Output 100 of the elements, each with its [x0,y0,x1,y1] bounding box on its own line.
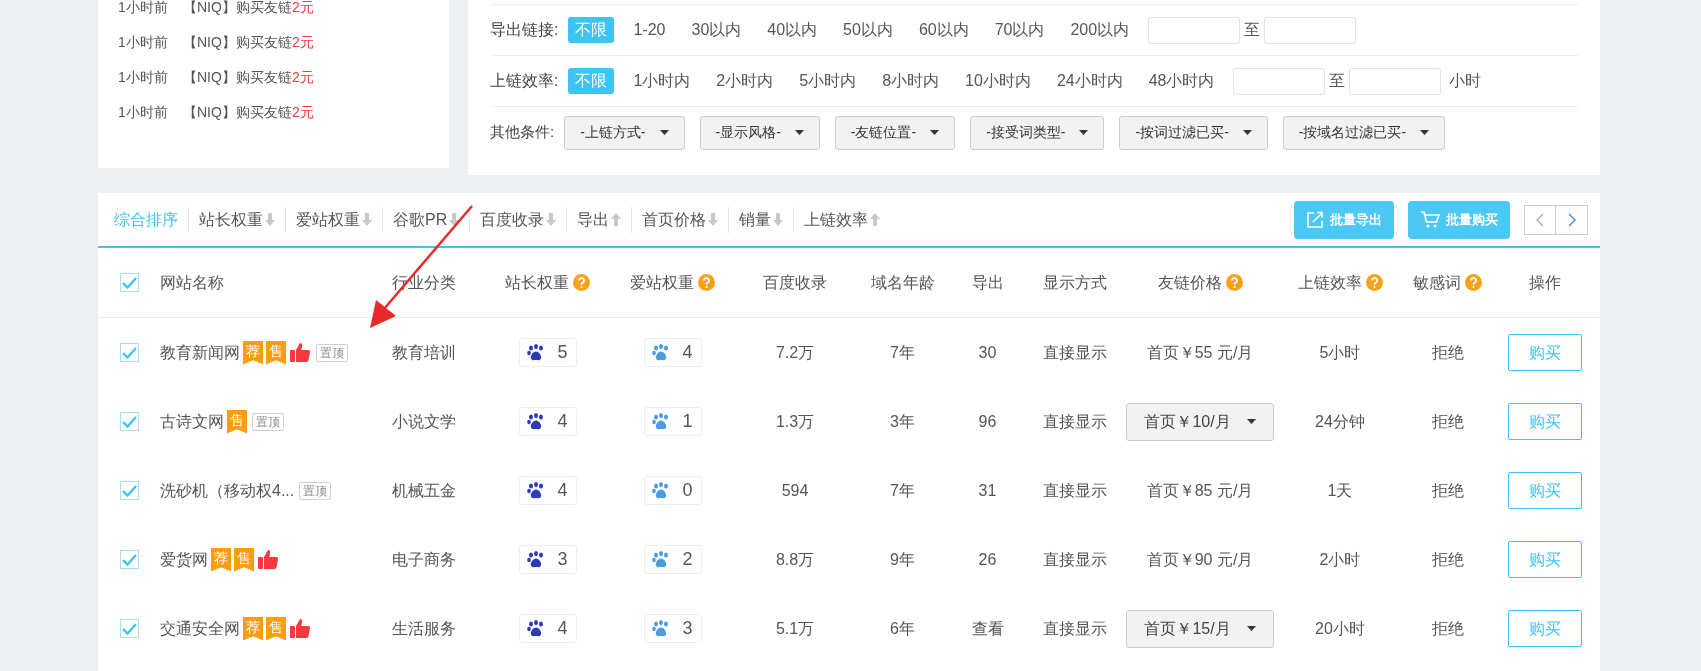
price-cell-text: 首页￥90 元/月 [1146,549,1254,570]
checkbox[interactable] [119,619,139,638]
checkbox[interactable] [119,273,139,292]
range-min-field[interactable] [1233,67,1326,95]
chevron-right-icon [1567,212,1576,227]
domain-age-cell: 3年 [890,412,915,430]
paw-icon [527,344,546,361]
export-cell: 96 [978,412,997,430]
display-cell: 直接显示 [1043,412,1107,430]
paw-icon [652,413,671,430]
filter-dropdown[interactable]: -友链位置- [834,115,956,150]
site-name[interactable]: 教育新闻网 [160,340,240,365]
range-min-field[interactable] [1148,16,1241,44]
checkbox[interactable] [119,550,139,569]
filter-dropdown[interactable]: -按域名过滤已买- [1282,115,1446,150]
filter-dropdown[interactable]: -上链方式- [564,115,685,150]
activity-text: 【NIQ】购买友链2元 [183,68,314,87]
site-name[interactable]: 洗砂机（移动权4... [160,478,295,503]
export-cell: 30 [978,343,997,361]
filter-label: 其他条件: [490,122,555,143]
caret-icon [1079,130,1089,135]
column-header: 站长权重 [505,272,569,293]
display-cell: 直接显示 [1043,619,1107,637]
cart-icon [1420,210,1440,229]
domain-age-cell: 7年 [890,343,915,361]
filter-option[interactable]: 70以内 [987,17,1052,43]
index-count-cell: 594 [781,481,809,499]
export-cell: 26 [978,550,997,568]
thumbs-up-icon [258,549,279,570]
ribbon-tag: 售 [227,409,247,434]
filter-dropdown[interactable]: -显示风格- [699,115,820,150]
range-max-field[interactable] [1264,16,1357,44]
ribbon-tag: 荐 [243,340,263,365]
industry-cell: 教育培训 [392,343,456,361]
weight-badge: 5 [518,338,577,367]
sensitive-cell: 拒绝 [1431,619,1464,637]
weight-badge: 4 [518,407,577,436]
checkbox[interactable] [119,412,139,431]
previous-page-button[interactable] [1524,204,1556,235]
efficiency-cell: 24分钟 [1315,412,1365,430]
sort-tab[interactable]: 导出 [577,207,622,232]
filter-option[interactable]: 1-20 [626,17,673,43]
activity-time: 1小时前 [118,0,169,17]
sensitive-cell: 拒绝 [1431,550,1464,568]
column-header: 操作 [1529,272,1561,293]
filter-option[interactable]: 40以内 [760,17,825,43]
display-cell: 直接显示 [1043,550,1107,568]
caret-icon [659,130,669,135]
price-dropdown[interactable]: 首页￥15/月 [1126,609,1274,648]
activity-text: 【NIQ】购买友链2元 [183,33,314,52]
weight-badge: 0 [643,476,702,505]
filter-option[interactable]: 2小时内 [709,68,781,94]
sort-tab[interactable]: 谷歌PR [393,207,460,232]
column-header: 敏感词 [1413,272,1461,293]
sensitive-cell: 拒绝 [1431,343,1464,361]
column-header: 上链效率 [1297,272,1362,293]
thumbs-up-icon [290,342,311,363]
domain-age-cell: 6年 [890,619,915,637]
pin-tag: 置顶 [252,412,284,431]
index-count-cell: 7.2万 [775,343,815,361]
sort-tab[interactable]: 站长权重 [199,207,275,232]
filter-option[interactable]: 60以内 [911,17,976,43]
filter-option[interactable]: 50以内 [836,17,900,43]
filter-dropdown[interactable]: -接受词类型- [970,115,1105,150]
price-dropdown[interactable]: 首页￥10/月 [1126,402,1274,441]
checkbox[interactable] [119,481,139,500]
sort-tab[interactable]: 上链效率 [804,207,881,232]
site-name[interactable]: 交通安全网 [160,616,240,641]
filter-option[interactable]: 24小时内 [1049,68,1130,94]
next-page-button[interactable] [1556,204,1588,235]
sort-tab[interactable]: 百度收录 [480,207,557,232]
filter-option[interactable]: 10小时内 [958,68,1038,94]
index-count-cell: 1.3万 [775,412,815,430]
filter-option[interactable]: 200以内 [1063,17,1137,43]
paw-icon [652,344,671,361]
filter-dropdown[interactable]: -按词过滤已买- [1119,115,1268,150]
activity-time: 1小时前 [118,68,169,87]
filter-option[interactable]: 8小时内 [875,68,947,94]
column-header: 域名年龄 [870,272,935,293]
sort-tab[interactable]: 首页价格 [642,207,719,232]
export-cell: 查看 [971,619,1004,637]
industry-cell: 电子商务 [392,550,456,568]
pin-tag: 置顶 [316,343,348,362]
checkbox[interactable] [119,343,139,362]
sort-tab[interactable]: 爱站权重 [296,207,372,232]
site-name[interactable]: 爱货网 [160,547,208,572]
column-header: 百度收录 [763,272,827,293]
efficiency-cell: 20小时 [1315,619,1365,637]
paw-icon [527,551,546,568]
display-cell: 直接显示 [1043,481,1107,499]
site-name[interactable]: 古诗文网 [160,409,224,434]
sort-tab[interactable]: 销量 [739,207,784,232]
filter-option[interactable]: 5小时内 [792,68,864,94]
filter-option[interactable]: 30以内 [684,17,749,43]
filter-option[interactable]: 1小时内 [626,68,698,94]
filter-option[interactable]: 48小时内 [1141,68,1222,94]
range-max-field[interactable] [1349,67,1442,95]
weight-badge: 1 [643,407,702,436]
paw-icon [652,482,671,499]
weight-badge: 2 [643,545,702,574]
